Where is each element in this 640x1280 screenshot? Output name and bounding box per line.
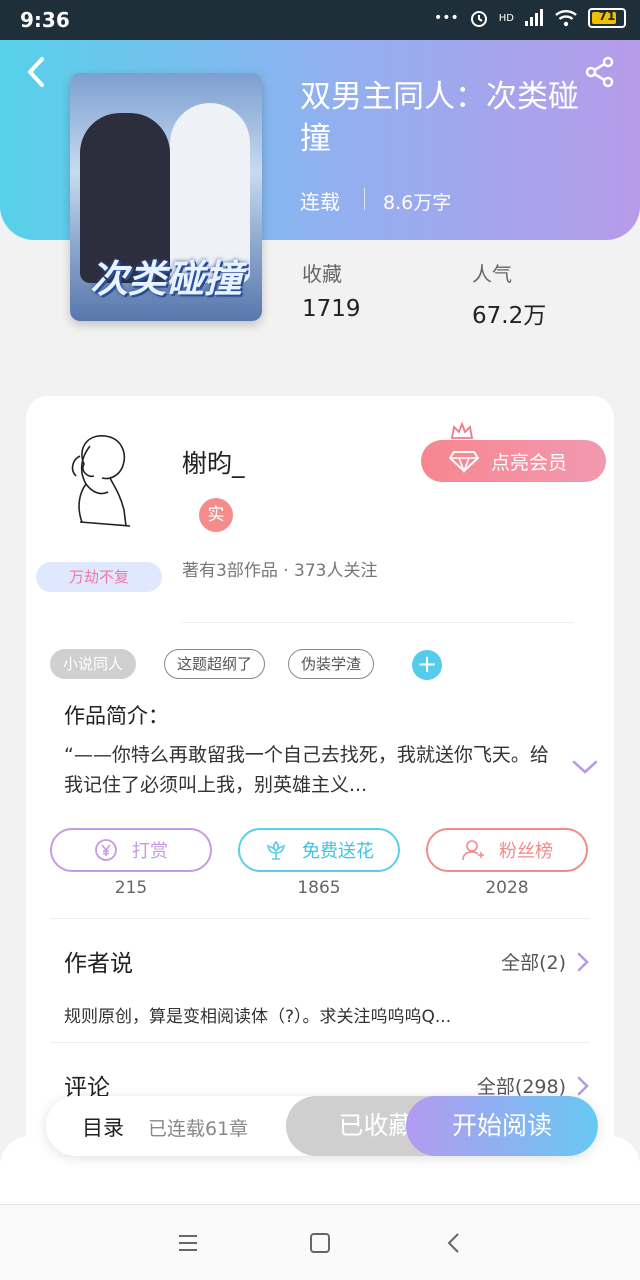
- chevron-down-icon[interactable]: [572, 759, 598, 775]
- divider: [50, 918, 590, 919]
- reward-label: 打赏: [132, 841, 168, 862]
- add-tag-button[interactable]: +: [412, 650, 442, 680]
- signal-label: HD: [498, 12, 514, 24]
- more-dots-icon: •••: [433, 10, 459, 26]
- signal-icon: [525, 9, 543, 26]
- popularity-label: 人气: [472, 262, 512, 286]
- status-time: 9:36: [20, 8, 70, 32]
- book-cover[interactable]: 次类碰撞: [70, 73, 262, 321]
- crown-icon: [450, 422, 474, 442]
- cover-title: 次类碰撞: [89, 257, 242, 301]
- back-icon[interactable]: [22, 55, 52, 89]
- divider: [182, 622, 574, 623]
- book-status: 连载: [300, 190, 340, 214]
- divider: [50, 1042, 590, 1043]
- author-say-text[interactable]: 规则原创，算是变相阅读体（?）。求关注呜呜呜Q...: [64, 1002, 451, 1027]
- author-avatar[interactable]: [50, 426, 150, 536]
- alarm-icon: [470, 11, 487, 27]
- fans-ranking-label: 粉丝榜: [499, 841, 553, 862]
- popularity-count: 67.2万: [472, 303, 547, 329]
- flower-icon: [266, 840, 286, 860]
- chevron-right-icon: [577, 1076, 589, 1095]
- wifi-icon: [555, 10, 577, 27]
- intro-title: 作品简介：: [64, 704, 169, 728]
- system-nav-bar: [0, 1204, 640, 1280]
- favorites-count: 1719: [302, 296, 361, 322]
- favorites-label: 收藏: [302, 262, 342, 286]
- free-flower-button[interactable]: 免费送花: [238, 828, 400, 872]
- intro-text[interactable]: “——你特么再敢留我一个自己去找死，我就送你飞天。给我记住了必须叫上我，别英雄主…: [64, 740, 554, 800]
- divider: [364, 188, 365, 210]
- reward-button[interactable]: 打赏: [50, 828, 212, 872]
- catalog-button[interactable]: 目录: [82, 1112, 124, 1142]
- home-icon[interactable]: [308, 1231, 332, 1255]
- chapter-count: 已连载61章: [148, 1118, 249, 1140]
- battery-icon: 71: [588, 8, 626, 28]
- tag-chip[interactable]: 这题超纲了: [164, 649, 266, 679]
- author-say-more[interactable]: 全部(2): [501, 948, 590, 975]
- author-title-tag: 万劫不复: [36, 562, 162, 592]
- menu-icon[interactable]: [176, 1231, 200, 1255]
- author-say-more-label: 全部(2): [501, 952, 566, 974]
- fans-ranking-button[interactable]: 粉丝榜: [426, 828, 588, 872]
- reward-count: 215: [114, 878, 148, 898]
- comments-more[interactable]: 全部(298): [477, 1072, 590, 1099]
- verified-badge: 实: [199, 498, 233, 532]
- start-reading-button[interactable]: 开始阅读: [406, 1096, 598, 1156]
- back-nav-icon[interactable]: [442, 1231, 466, 1255]
- comments-more-label: 全部(298): [476, 1076, 566, 1098]
- vip-label: 点亮会员: [491, 451, 568, 474]
- book-title: 双男主同人：次类碰撞: [300, 79, 579, 157]
- user-icon: [462, 840, 484, 861]
- status-bar: 9:36 ••• HD 71: [0, 0, 640, 40]
- diamond-icon: [449, 451, 479, 473]
- author-say-title: 作者说: [64, 951, 133, 977]
- flower-count: 1865: [297, 878, 341, 898]
- status-icons: ••• HD 71: [434, 8, 626, 28]
- chevron-right-icon: [577, 952, 589, 971]
- fans-count: 2028: [485, 878, 529, 898]
- bottom-action-bar: 目录 已连载61章 已收藏 开始阅读: [46, 1096, 598, 1156]
- author-meta: 著有3部作品 · 373人关注: [182, 561, 378, 581]
- free-flower-label: 免费送花: [302, 841, 374, 862]
- yen-coin-icon: [95, 839, 117, 861]
- tag-chip[interactable]: 小说同人: [50, 649, 137, 679]
- vip-button[interactable]: 点亮会员: [421, 440, 606, 482]
- author-name[interactable]: 榭昀_: [182, 444, 245, 480]
- book-info-card: 榭昀_ 实 点亮会员 万劫不复 著有3部作品 · 373人关注 小说同人 这题超…: [26, 396, 614, 1156]
- book-word-count: 8.6万字: [383, 192, 452, 214]
- battery-level: 71: [598, 9, 616, 23]
- tag-chip[interactable]: 伪装学渣: [288, 649, 375, 679]
